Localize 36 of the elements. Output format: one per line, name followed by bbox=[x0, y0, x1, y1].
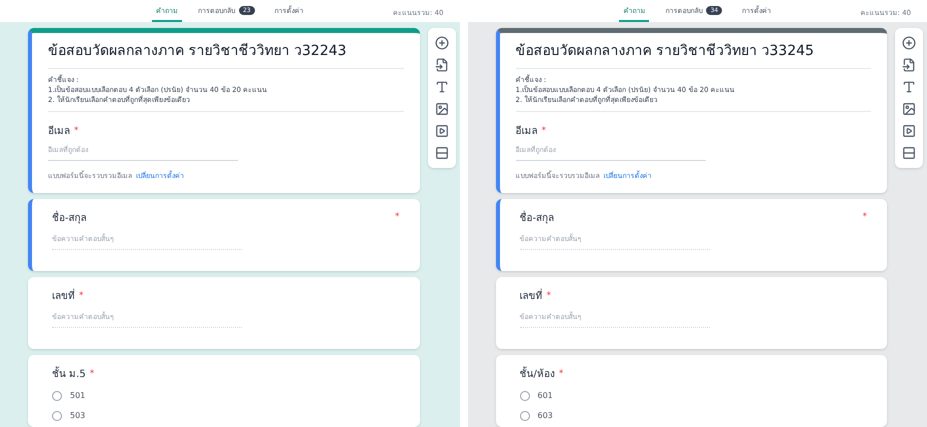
required-asterisk: * bbox=[395, 211, 400, 224]
required-asterisk: * bbox=[542, 124, 546, 138]
option-label: 503 bbox=[70, 410, 86, 422]
title-text-icon[interactable] bbox=[902, 80, 916, 94]
add-question-icon[interactable] bbox=[434, 36, 448, 50]
required-asterisk: * bbox=[558, 368, 564, 381]
question-label: ชื่อ-สกุล bbox=[520, 211, 554, 226]
option-label: 601 bbox=[538, 390, 553, 402]
email-label: อีเมล bbox=[48, 124, 70, 139]
add-question-icon[interactable] bbox=[902, 36, 916, 50]
image-icon[interactable] bbox=[434, 102, 448, 116]
image-icon[interactable] bbox=[902, 102, 916, 116]
form-title[interactable]: ข้อสอบวัดผลกลางภาค รายวิชาชีววิทยา ว33245 bbox=[516, 41, 871, 69]
required-asterisk: * bbox=[90, 368, 94, 381]
section-icon[interactable] bbox=[902, 146, 916, 160]
question-card[interactable]: ชั้น ม.5 * 501 503 bbox=[28, 355, 420, 427]
video-icon[interactable] bbox=[902, 124, 916, 138]
title-text-icon[interactable] bbox=[434, 80, 448, 94]
question-label: เลขที่ bbox=[52, 289, 75, 304]
question-label: ชื่อ-สกุล bbox=[52, 211, 87, 226]
required-asterisk: * bbox=[862, 211, 867, 224]
option-label: 603 bbox=[538, 410, 553, 422]
import-icon[interactable] bbox=[434, 58, 448, 72]
import-icon[interactable] bbox=[902, 58, 916, 72]
option-label: 501 bbox=[70, 390, 86, 402]
question-label: เลขที่ bbox=[520, 289, 542, 304]
video-icon[interactable] bbox=[434, 124, 448, 138]
section-icon[interactable] bbox=[434, 146, 448, 160]
required-asterisk: * bbox=[79, 290, 84, 303]
email-label: อีเมล bbox=[516, 124, 538, 139]
question-card[interactable]: ชั้น/ห้อง * 601 603 bbox=[496, 355, 887, 427]
required-asterisk: * bbox=[74, 124, 78, 138]
question-label: ชั้น ม.5 bbox=[52, 367, 86, 382]
form-title[interactable]: ข้อสอบวัดผลกลางภาค รายวิชาชีววิทยา ว32243 bbox=[48, 41, 404, 69]
question-label: ชั้น/ห้อง bbox=[520, 367, 555, 382]
required-asterisk: * bbox=[546, 290, 551, 303]
